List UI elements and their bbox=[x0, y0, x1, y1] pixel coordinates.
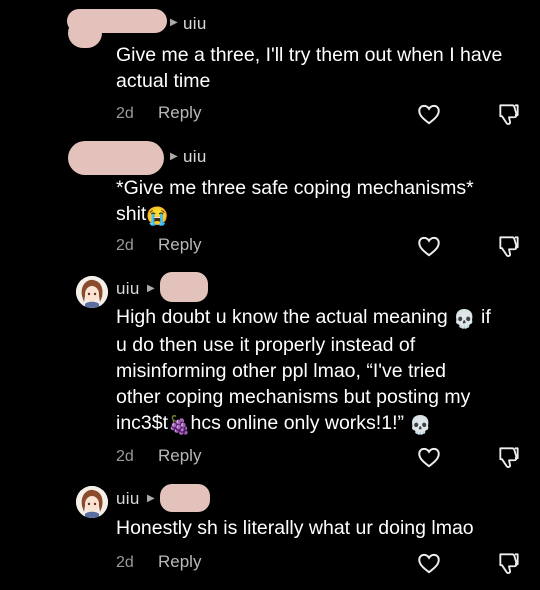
comment-age: 2d bbox=[116, 448, 134, 465]
anime-girl-avatar-icon bbox=[76, 276, 108, 308]
reply-button[interactable]: Reply bbox=[158, 552, 201, 572]
comment-text-fragment: High doubt u know the actual meaning bbox=[116, 306, 448, 328]
thumbs-down-icon[interactable] bbox=[496, 550, 522, 576]
comment-age: 2d bbox=[116, 237, 134, 254]
thumbs-down-icon[interactable] bbox=[496, 233, 522, 259]
reply-target-username[interactable]: uiu bbox=[183, 147, 207, 167]
username[interactable]: uiu bbox=[116, 489, 140, 509]
reply-arrow-icon: ▶ bbox=[147, 493, 155, 504]
anime-girl-avatar-icon bbox=[76, 486, 108, 518]
heart-icon[interactable] bbox=[416, 444, 442, 470]
heart-icon[interactable] bbox=[416, 550, 442, 576]
thumbs-down-icon[interactable] bbox=[496, 444, 522, 470]
reply-arrow-icon: ▶ bbox=[170, 17, 178, 28]
heart-icon[interactable] bbox=[416, 101, 442, 127]
grapes-emoji: 🍇 bbox=[168, 415, 191, 435]
comment-text-fragment: hcs online only works!1!” bbox=[190, 412, 404, 434]
comment-text: High doubt u know the actual meaning 💀 i… bbox=[116, 304, 526, 438]
reply-button[interactable]: Reply bbox=[158, 235, 201, 255]
comment-text-line: High doubt u know the actual meaning 💀 i… bbox=[116, 304, 526, 332]
comment-text-line: u do then use it properly instead of bbox=[116, 334, 416, 356]
comment-text-fragment: shit bbox=[116, 203, 147, 225]
reply-target-username[interactable]: uiu bbox=[183, 14, 207, 34]
redacted-username bbox=[68, 141, 164, 175]
skull-emoji: 💀 bbox=[409, 415, 432, 435]
comment-text-line: shit😭 bbox=[116, 201, 526, 229]
redacted-reply-target bbox=[160, 272, 208, 302]
comment-text-line: actual time bbox=[116, 70, 211, 92]
username[interactable]: uiu bbox=[116, 279, 140, 299]
avatar[interactable] bbox=[76, 276, 108, 308]
comment-text-line: Honestly sh is literally what ur doing l… bbox=[116, 517, 474, 539]
comment-text: *Give me three safe coping mechanisms* s… bbox=[116, 175, 526, 229]
reply-arrow-icon: ▶ bbox=[170, 151, 178, 162]
crying-emoji: 😭 bbox=[146, 206, 169, 226]
heart-icon[interactable] bbox=[416, 233, 442, 259]
comment-text: Honestly sh is literally what ur doing l… bbox=[116, 515, 526, 541]
comment-age: 2d bbox=[116, 554, 134, 571]
comment-age: 2d bbox=[116, 105, 134, 122]
avatar[interactable] bbox=[76, 486, 108, 518]
comment-text-fragment: if bbox=[481, 306, 491, 328]
comment-text-line: *Give me three safe coping mechanisms* bbox=[116, 177, 474, 199]
comment-text-line: other coping mechanisms but posting my bbox=[116, 386, 471, 408]
thumbs-down-icon[interactable] bbox=[496, 101, 522, 127]
reply-button[interactable]: Reply bbox=[158, 103, 201, 123]
skull-emoji: 💀 bbox=[453, 309, 476, 329]
redacted-reply-target bbox=[160, 484, 210, 512]
comment-text: Give me a three, I'll try them out when … bbox=[116, 42, 526, 94]
reply-arrow-icon: ▶ bbox=[147, 283, 155, 294]
reply-button[interactable]: Reply bbox=[158, 446, 201, 466]
comment-text-fragment: inc3$t bbox=[116, 412, 169, 434]
comment-text-line: inc3$t🍇hcs online only works!1!” 💀 bbox=[116, 410, 526, 438]
redacted-avatar bbox=[68, 18, 102, 48]
comment-text-line: misinforming other ppl lmao, “I've tried bbox=[116, 360, 446, 382]
comment-text-line: Give me a three, I'll try them out when … bbox=[116, 44, 503, 66]
